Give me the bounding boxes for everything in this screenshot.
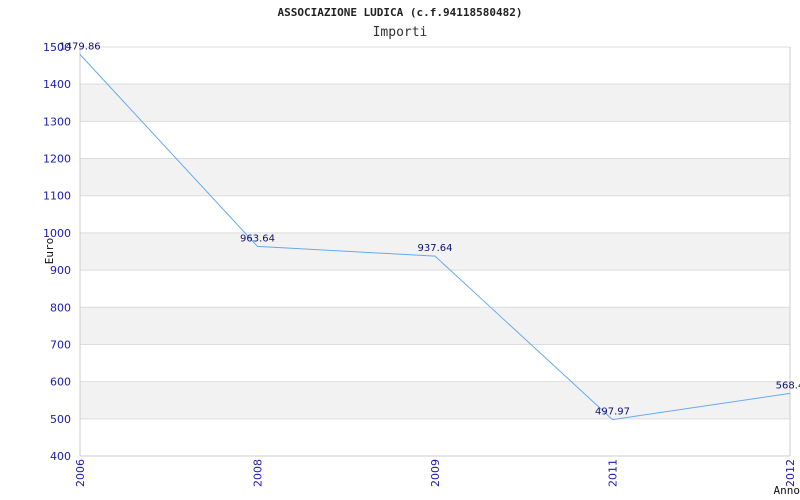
grid-band bbox=[80, 84, 790, 122]
x-tick-labels: 2006 2008 2009 2011 2012 bbox=[74, 459, 797, 487]
y-tick-label: 600 bbox=[50, 376, 71, 389]
x-axis-title: Anno bbox=[774, 484, 800, 497]
x-tick-label: 2008 bbox=[252, 459, 265, 487]
data-label: 1479.86 bbox=[59, 41, 100, 52]
x-tick-label: 2011 bbox=[607, 459, 620, 487]
grid-band bbox=[80, 307, 790, 345]
y-tick-label: 700 bbox=[50, 338, 71, 351]
y-tick-label: 1200 bbox=[43, 153, 71, 166]
y-tick-label: 900 bbox=[50, 264, 71, 277]
data-label: 568.4 bbox=[776, 380, 800, 391]
y-tick-label: 1100 bbox=[43, 190, 71, 203]
x-tick-label: 2012 bbox=[784, 459, 797, 487]
x-tick-label: 2009 bbox=[429, 459, 442, 487]
data-label: 497.97 bbox=[595, 407, 630, 418]
y-tick-label: 500 bbox=[50, 413, 71, 426]
grid-band bbox=[80, 158, 790, 196]
y-tick-label: 400 bbox=[50, 450, 71, 463]
grid-band bbox=[80, 381, 790, 419]
y-tick-label: 1300 bbox=[43, 115, 71, 128]
y-tick-label: 800 bbox=[50, 301, 71, 314]
y-tick-label: 1400 bbox=[43, 78, 71, 91]
y-axis-title: Euro bbox=[43, 238, 56, 265]
data-label: 963.64 bbox=[240, 233, 275, 244]
data-label: 937.64 bbox=[418, 243, 453, 254]
line-chart: 4005006007008009001000110012001300140015… bbox=[43, 41, 800, 497]
x-tick-label: 2006 bbox=[74, 459, 87, 487]
